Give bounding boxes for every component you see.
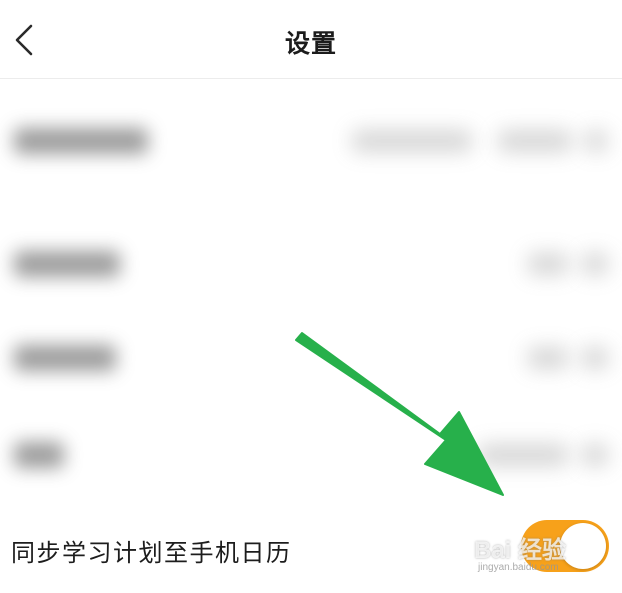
settings-row-obscured[interactable] xyxy=(0,215,622,315)
obscured-value xyxy=(528,253,568,275)
obscured-label xyxy=(14,345,116,371)
sync-calendar-label: 同步学习计划至手机日历 xyxy=(11,539,292,567)
settings-row-obscured[interactable] xyxy=(0,420,622,500)
obscured-value xyxy=(478,444,568,466)
nav-bar: 设置 xyxy=(0,0,622,79)
obscured-label xyxy=(14,128,148,154)
obscured-chevron xyxy=(582,253,608,275)
sync-calendar-row: 同步学习计划至手机日历 xyxy=(0,510,622,586)
obscured-value xyxy=(352,130,472,152)
obscured-label xyxy=(14,442,64,468)
obscured-chevron xyxy=(582,347,608,369)
obscured-label xyxy=(14,251,120,277)
obscured-chevron xyxy=(585,130,607,152)
sync-calendar-toggle[interactable] xyxy=(521,520,609,572)
obscured-chevron xyxy=(582,444,608,466)
page-title: 设置 xyxy=(284,29,337,58)
obscured-value xyxy=(498,130,572,152)
settings-row-obscured[interactable] xyxy=(0,325,622,425)
obscured-value xyxy=(528,347,568,369)
toggle-knob xyxy=(560,523,606,569)
settings-row-obscured[interactable] xyxy=(0,80,622,200)
